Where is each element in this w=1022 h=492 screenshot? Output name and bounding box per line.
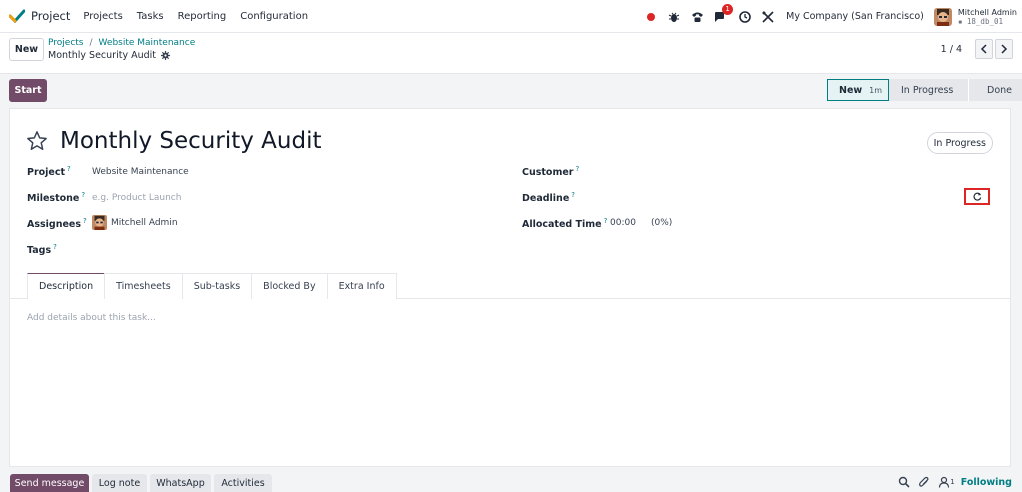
clock-icon[interactable] [738, 10, 752, 24]
followers-count: 1 [950, 478, 955, 486]
gear-icon[interactable] [161, 51, 171, 60]
whatsapp-button[interactable]: WhatsApp [150, 474, 211, 492]
tools-icon[interactable] [761, 10, 775, 24]
task-state-button[interactable]: In Progress [926, 132, 993, 154]
following-button[interactable]: Following [961, 477, 1012, 488]
menu-tasks[interactable]: Tasks [137, 11, 164, 22]
breadcrumb-separator: / [89, 38, 93, 48]
allocated-time-field[interactable]: 00:00 [610, 218, 636, 228]
menu-reporting[interactable]: Reporting [178, 11, 227, 22]
pager-next-button[interactable] [995, 39, 1013, 59]
activities-button[interactable]: Activities [214, 474, 272, 492]
paperclip-icon[interactable] [918, 476, 930, 488]
app-name[interactable]: Project [31, 9, 70, 23]
allocated-time-label: Allocated Time? [522, 217, 608, 231]
project-app-icon[interactable] [9, 9, 25, 23]
help-icon: ? [67, 165, 71, 173]
menu-configuration[interactable]: Configuration [240, 11, 308, 22]
chevron-right-icon [1001, 44, 1008, 54]
project-field[interactable]: Website Maintenance [92, 167, 189, 177]
customer-label: Customer? [522, 165, 580, 179]
company-switcher[interactable]: My Company (San Francisco) [786, 11, 924, 22]
bug-icon[interactable] [667, 10, 681, 24]
followers-icon[interactable] [938, 476, 950, 488]
description-editor[interactable]: Add details about this task... [27, 313, 156, 323]
breadcrumb: Projects / Website Maintenance [48, 38, 195, 48]
phone-icon[interactable] [690, 10, 704, 24]
status-row: Start New 1m In Progress Done [0, 74, 1022, 108]
project-label: Project? [27, 165, 71, 179]
user-avatar[interactable] [933, 7, 952, 26]
help-icon: ? [83, 217, 87, 225]
help-icon: ? [575, 165, 580, 173]
stage-done[interactable]: Done [968, 79, 1022, 101]
record-dot-icon[interactable] [644, 10, 658, 24]
star-icon[interactable] [26, 130, 48, 152]
assignee-avatar [92, 215, 107, 230]
chatter-tools: 1 Following [890, 476, 1012, 488]
assignees-label: Assignees? [27, 217, 87, 231]
record-name: Monthly Security Audit [48, 50, 157, 61]
stage-in-progress-label: In Progress [901, 84, 954, 96]
assignees-field[interactable]: Mitchell Admin [111, 218, 178, 228]
stage-new-label: New [839, 84, 863, 96]
top-navbar: Project Projects Tasks Reporting Configu… [0, 0, 1022, 33]
chevron-left-icon [980, 44, 987, 54]
systray: 1 My Company (San Francisco) Mitchell Ad… [644, 0, 1022, 33]
stage-in-progress[interactable]: In Progress [889, 79, 968, 101]
notebook-tabs: Description Timesheets Sub-tasks Blocked… [27, 273, 397, 299]
tab-description[interactable]: Description [27, 273, 106, 299]
user-menu[interactable]: Mitchell Admin ▪ 18_db_01 [958, 8, 1017, 26]
deadline-label: Deadline? [522, 191, 575, 205]
form-sheet: Monthly Security Audit In Progress Proje… [9, 108, 1011, 467]
help-icon: ? [571, 191, 575, 199]
pager-previous-button[interactable] [975, 39, 993, 59]
stage-statusbar: New 1m In Progress Done [827, 79, 1022, 101]
database-name: ▪ 18_db_01 [957, 16, 1004, 26]
chatter-bar: Send message Log note WhatsApp Activitie… [0, 471, 1022, 492]
refresh-icon [972, 192, 981, 201]
log-note-button[interactable]: Log note [92, 474, 147, 492]
milestone-label: Milestone? [27, 191, 86, 205]
messages-badge: 1 [722, 3, 734, 15]
stage-done-label: Done [987, 84, 1012, 96]
menu-projects[interactable]: Projects [83, 11, 122, 22]
stage-new[interactable]: New 1m [827, 79, 889, 101]
tab-timesheets[interactable]: Timesheets [104, 273, 183, 299]
tab-blocked-by[interactable]: Blocked By [251, 273, 328, 299]
help-icon: ? [81, 191, 86, 199]
breadcrumb-projects[interactable]: Projects [48, 38, 83, 48]
deadline-refresh-button[interactable] [964, 188, 990, 205]
stage-new-duration: 1m [869, 85, 883, 95]
new-button[interactable]: New [9, 38, 44, 61]
tags-label: Tags? [27, 243, 57, 257]
control-panel: New Projects / Website Maintenance Month… [0, 33, 1022, 74]
task-title-field[interactable]: Monthly Security Audit [60, 128, 321, 154]
allocated-time-percent: (0%) [651, 218, 673, 228]
milestone-field[interactable]: e.g. Product Launch [92, 193, 181, 203]
help-icon: ? [603, 217, 608, 225]
chat-icon[interactable]: 1 [713, 3, 734, 24]
help-icon: ? [53, 243, 57, 251]
tab-extra-info[interactable]: Extra Info [326, 273, 397, 299]
breadcrumb-current-record: Monthly Security Audit [48, 50, 171, 61]
breadcrumb-website-maintenance[interactable]: Website Maintenance [99, 38, 196, 48]
user-name: Mitchell Admin [957, 7, 1017, 17]
start-button[interactable]: Start [9, 79, 47, 102]
search-icon[interactable] [898, 476, 910, 488]
send-message-button[interactable]: Send message [10, 474, 89, 492]
tab-sub-tasks[interactable]: Sub-tasks [181, 273, 253, 299]
pager-value[interactable]: 1 / 4 [941, 44, 962, 55]
